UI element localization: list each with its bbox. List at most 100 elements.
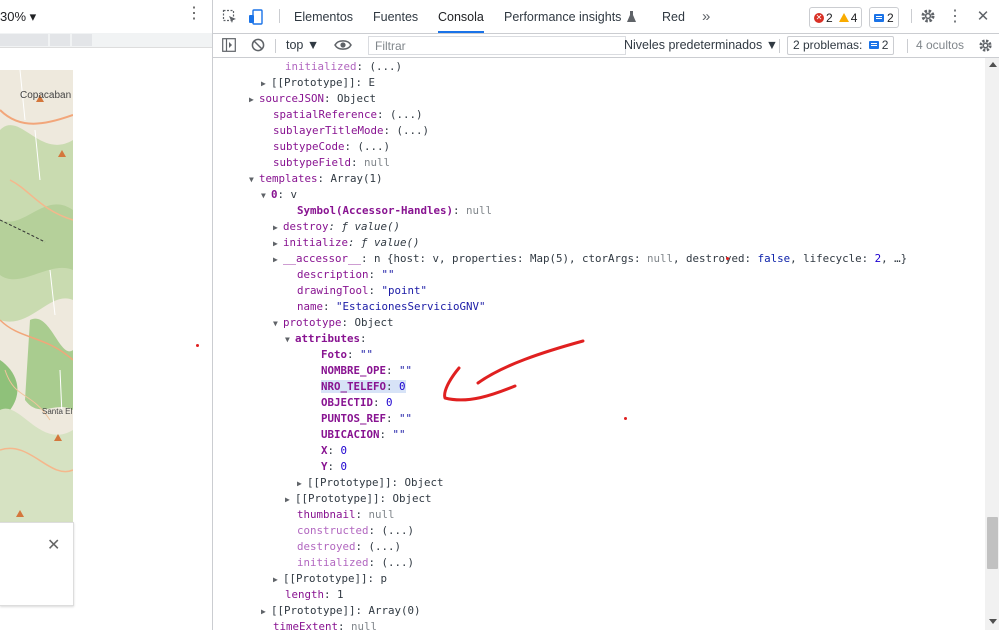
console-row-content: description: "": [297, 268, 395, 281]
console-tree-row[interactable]: ▶ initialize: ƒ value(): [273, 235, 420, 251]
property-key: subtypeField: [273, 156, 352, 169]
tab-consola[interactable]: Consola: [438, 0, 484, 33]
scroll-up-arrow[interactable]: [989, 62, 997, 67]
console-row-content: initialize: ƒ value(): [283, 236, 420, 249]
filter-input[interactable]: [368, 36, 626, 55]
console-row-content: 0: v: [271, 188, 297, 201]
console-tree-row[interactable]: ▶ destroy: ƒ value(): [273, 219, 400, 235]
property-key: PUNTOS_REF: [321, 412, 387, 425]
collapse-triangle-icon[interactable]: ▼: [273, 316, 283, 332]
tab-elementos[interactable]: Elementos: [294, 0, 353, 33]
log-levels-dropdown[interactable]: Niveles predeterminados ▼: [624, 34, 778, 57]
property-separator: : (...): [377, 108, 423, 121]
property-separator: : v: [277, 188, 298, 201]
console-tree-row[interactable]: ▶ sourceJSON: Object: [249, 91, 376, 107]
tab-fuentes[interactable]: Fuentes: [373, 0, 418, 33]
console-row-content: attributes:: [295, 332, 367, 345]
devtools-tabbar: Elementos Fuentes Consola Performance in…: [213, 0, 999, 34]
console-output[interactable]: initialized: (...) ▶ [[Prototype]]: E ▶ sour…: [213, 58, 985, 630]
property-value: "": [392, 428, 406, 441]
console-tree-row[interactable]: ▶ [[Prototype]]: E: [261, 75, 375, 91]
gear-icon[interactable]: [919, 7, 937, 25]
message-count: 2: [887, 10, 894, 25]
console-tree-row: name: "EstacionesServicioGNV": [297, 299, 486, 315]
console-tree-row[interactable]: ▼ templates: Array(1): [249, 171, 383, 187]
console-tree-row[interactable]: ▶ [[Prototype]]: Array(0): [261, 603, 421, 619]
property-separator: :: [453, 204, 467, 217]
expand-triangle-icon[interactable]: ▶: [273, 252, 283, 268]
clear-console-icon[interactable]: [250, 37, 266, 53]
property-value: null: [466, 204, 493, 217]
expand-triangle-icon[interactable]: ▶: [273, 236, 283, 252]
sidebar-toggle-icon[interactable]: [221, 37, 237, 53]
more-tabs-icon[interactable]: »: [702, 0, 710, 33]
customize-menu-icon[interactable]: ⋮: [947, 6, 963, 26]
property-value: "": [399, 412, 413, 425]
expand-triangle-icon[interactable]: ▶: [249, 92, 259, 108]
console-tree-row[interactable]: ▶ __accessor__: n {host: v, properties: M…: [273, 251, 907, 267]
property-key: UBICACION: [321, 428, 380, 441]
property-value: "point": [381, 284, 428, 297]
console-row-content: sourceJSON: Object: [259, 92, 376, 105]
console-row-content: OBJECTID: 0: [321, 396, 393, 409]
console-row-content: [[Prototype]]: E: [271, 76, 375, 89]
console-settings-gear-icon[interactable]: [977, 37, 993, 53]
console-row-content: initialized: (...): [297, 556, 414, 569]
expand-triangle-icon[interactable]: ▶: [297, 476, 307, 492]
property-key: drawingTool: [297, 284, 369, 297]
console-tree-row[interactable]: ▶ [[Prototype]]: Object: [285, 491, 432, 507]
collapse-triangle-icon[interactable]: ▼: [249, 172, 259, 188]
console-row-content: length: 1: [285, 588, 344, 601]
expand-triangle-icon[interactable]: ▶: [273, 572, 283, 588]
console-row-content: drawingTool: "point": [297, 284, 427, 297]
console-row-content: UBICACION: "": [321, 428, 406, 441]
property-value: 0: [340, 460, 348, 473]
property-key: __accessor__: [283, 252, 362, 265]
console-tree-row[interactable]: ▼ attributes:: [285, 331, 367, 347]
collapse-triangle-icon[interactable]: ▼: [261, 188, 271, 204]
inspect-element-icon[interactable]: [221, 8, 239, 26]
expand-triangle-icon[interactable]: ▶: [261, 604, 271, 620]
property-separator: : Array(0): [355, 604, 421, 617]
tab-red[interactable]: Red: [662, 0, 685, 33]
console-tree-row: subtypeCode: (...): [273, 139, 390, 155]
console-tree-row: subtypeField: null: [273, 155, 390, 171]
device-toolbar-icon[interactable]: [247, 8, 265, 26]
expand-triangle-icon[interactable]: ▶: [261, 76, 271, 92]
console-scrollbar[interactable]: [985, 58, 999, 630]
expand-triangle-icon[interactable]: ▶: [285, 492, 295, 508]
console-tree-row[interactable]: ▶ [[Prototype]]: p: [273, 571, 387, 587]
zoom-level[interactable]: 30% ▾: [0, 9, 36, 25]
scroll-down-arrow[interactable]: [989, 619, 997, 624]
annotation-dot: [726, 257, 729, 260]
close-icon[interactable]: ✕: [975, 6, 991, 26]
map-popup: ✕: [0, 522, 74, 606]
eye-icon[interactable]: [334, 38, 352, 52]
property-value: 0: [386, 396, 393, 409]
issues-button[interactable]: 2 problemas: 2: [787, 36, 895, 55]
messages-counter[interactable]: 2: [869, 7, 899, 28]
divider: [779, 39, 780, 53]
console-tree-row[interactable]: ▼ 0: v: [261, 187, 297, 203]
scroll-thumb[interactable]: [987, 517, 998, 569]
console-row-content: thumbnail: null: [297, 508, 395, 521]
more-vert-icon[interactable]: ⋮: [186, 6, 202, 22]
console-row-content: subtypeField: null: [273, 156, 390, 169]
property-separator: :: [355, 508, 369, 521]
expand-triangle-icon[interactable]: ▶: [273, 220, 283, 236]
tab-performance-insights[interactable]: Performance insights: [504, 0, 636, 33]
map-view[interactable]: Copacaban Santa El: [0, 70, 73, 522]
console-tree-row: length: 1: [285, 587, 344, 603]
console-tree-row: initialized: (...): [285, 59, 402, 75]
console-tree-row[interactable]: ▶ [[Prototype]]: Object: [297, 475, 444, 491]
context-selector[interactable]: top ▼: [286, 34, 319, 57]
property-key: Foto: [321, 348, 348, 361]
close-icon[interactable]: ✕: [47, 535, 60, 555]
property-separator: :: [368, 284, 382, 297]
console-row-content: constructed: (...): [297, 524, 414, 537]
collapse-triangle-icon[interactable]: ▼: [285, 332, 295, 348]
property-key: prototype: [283, 316, 342, 329]
issues-counter[interactable]: ✕ 2 4: [809, 7, 863, 28]
console-tree-row[interactable]: ▼ prototype: Object: [273, 315, 394, 331]
property-separator: : Object: [324, 92, 377, 105]
